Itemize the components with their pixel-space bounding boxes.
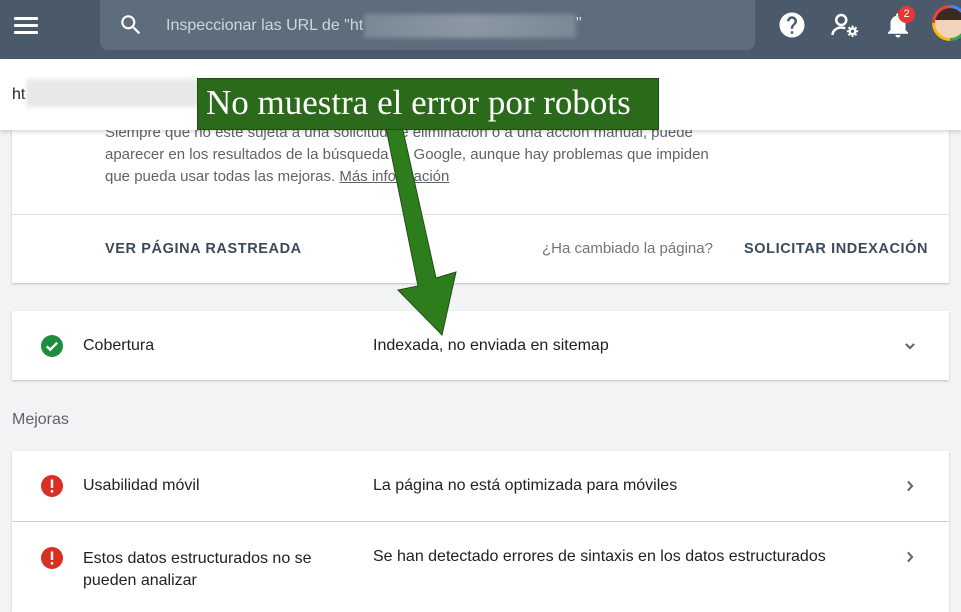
annotation-text: No muestra el error por robots xyxy=(206,83,631,122)
annotation-label: No muestra el error por robots xyxy=(197,78,659,130)
